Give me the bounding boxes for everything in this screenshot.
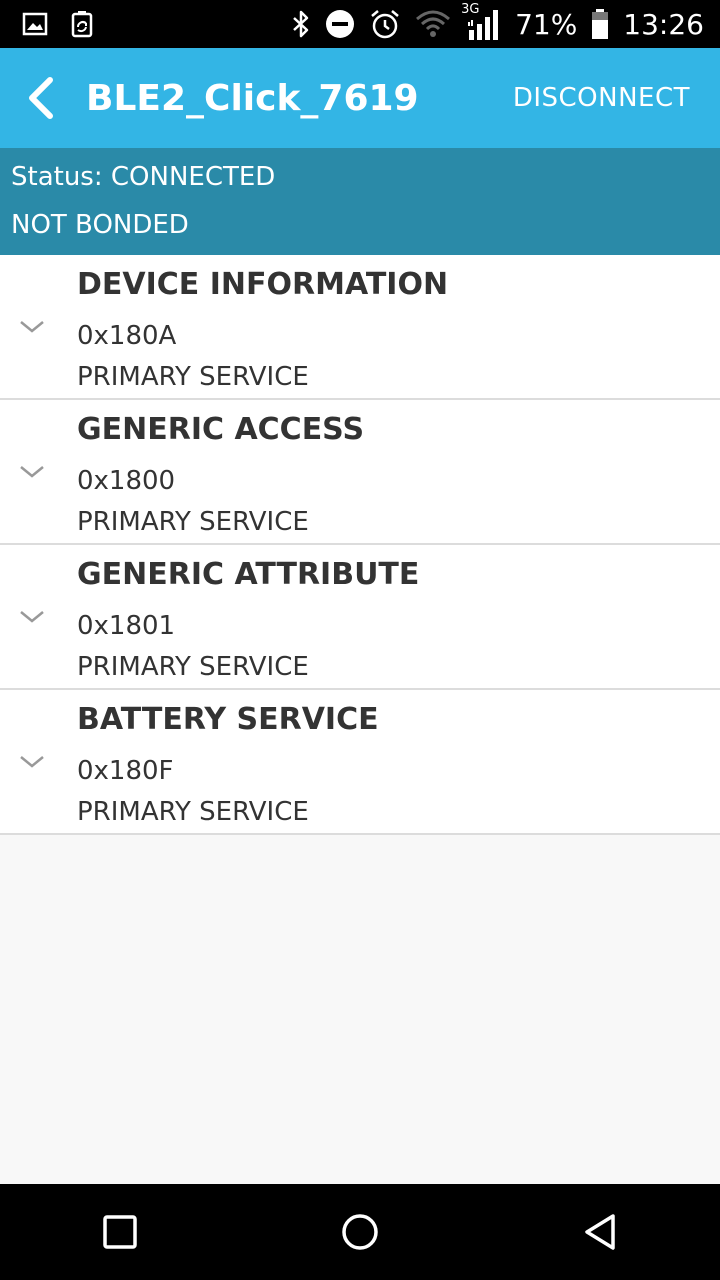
home-button[interactable] xyxy=(310,1184,410,1280)
page-title: BLE2_Click_7619 xyxy=(86,77,419,119)
service-name: BATTERY SERVICE xyxy=(77,702,379,737)
nav-back-button[interactable] xyxy=(550,1184,650,1280)
service-name: DEVICE INFORMATION xyxy=(77,267,449,302)
back-icon xyxy=(585,1214,615,1250)
service-uuid: 0x180A xyxy=(77,321,177,351)
signal-icon: 3G xyxy=(461,2,501,40)
battery-percent: 71% xyxy=(515,7,578,41)
recents-button[interactable] xyxy=(70,1184,170,1280)
navigation-bar xyxy=(0,1184,720,1280)
chevron-down-icon[interactable] xyxy=(18,754,46,770)
service-item-generic-attribute[interactable]: GENERIC ATTRIBUTE 0x1801 PRIMARY SERVICE xyxy=(0,545,720,690)
service-type: PRIMARY SERVICE xyxy=(77,507,309,537)
wifi-icon xyxy=(415,10,451,38)
network-type: 3G xyxy=(461,2,480,17)
service-type: PRIMARY SERVICE xyxy=(77,797,309,827)
chevron-down-icon[interactable] xyxy=(18,464,46,480)
service-type: PRIMARY SERVICE xyxy=(77,362,309,392)
service-item-battery-service[interactable]: BATTERY SERVICE 0x180F PRIMARY SERVICE xyxy=(0,690,720,835)
connection-status-panel: Status: CONNECTED NOT BONDED xyxy=(0,148,720,255)
disconnect-button[interactable]: DISCONNECT xyxy=(513,83,690,113)
services-list: DEVICE INFORMATION 0x180A PRIMARY SERVIC… xyxy=(0,255,720,835)
alarm-icon xyxy=(369,9,401,39)
screen: 3G 71% 13:26 BLE2_Click_7619 DISCONNECT … xyxy=(0,0,720,1280)
app-bar: BLE2_Click_7619 DISCONNECT xyxy=(0,48,720,148)
back-button[interactable] xyxy=(6,48,76,148)
service-type: PRIMARY SERVICE xyxy=(77,652,309,682)
status-bar: 3G 71% 13:26 xyxy=(0,0,720,48)
service-item-generic-access[interactable]: GENERIC ACCESS 0x1800 PRIMARY SERVICE xyxy=(0,400,720,545)
connection-status-text: Status: CONNECTED xyxy=(11,162,276,192)
chevron-down-icon[interactable] xyxy=(18,319,46,335)
service-item-device-information[interactable]: DEVICE INFORMATION 0x180A PRIMARY SERVIC… xyxy=(0,255,720,400)
chevron-down-icon[interactable] xyxy=(18,609,46,625)
bluetooth-icon xyxy=(291,9,311,39)
dnd-icon xyxy=(325,9,355,39)
service-uuid: 0x180F xyxy=(77,756,174,786)
gallery-icon xyxy=(22,12,48,36)
service-name: GENERIC ACCESS xyxy=(77,412,365,447)
recycle-icon xyxy=(70,10,94,38)
service-uuid: 0x1801 xyxy=(77,611,176,641)
recents-icon xyxy=(103,1215,137,1249)
bond-status-text: NOT BONDED xyxy=(11,210,189,240)
chevron-left-icon xyxy=(29,77,53,119)
home-icon xyxy=(342,1214,378,1250)
battery-icon xyxy=(591,9,609,39)
service-uuid: 0x1800 xyxy=(77,466,176,496)
clock: 13:26 xyxy=(623,7,704,41)
service-name: GENERIC ATTRIBUTE xyxy=(77,557,420,592)
